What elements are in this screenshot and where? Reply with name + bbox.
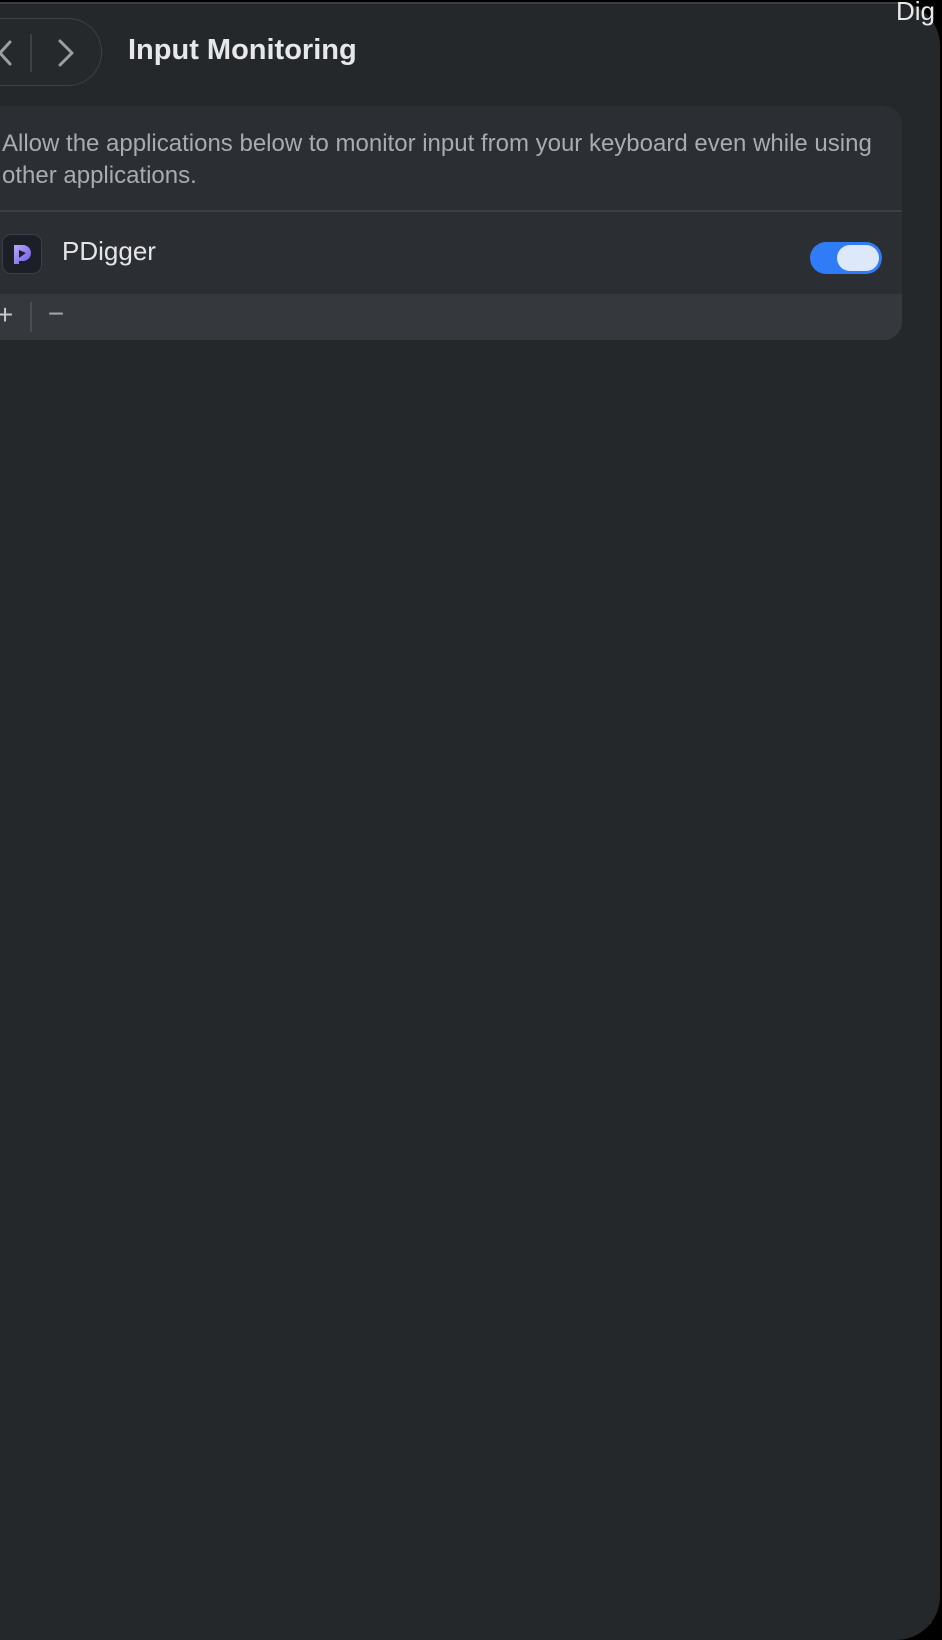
app-name: PDigger <box>62 236 156 266</box>
footer-separator <box>30 302 32 332</box>
navigation-divider <box>30 34 32 72</box>
chevron-left-icon[interactable] <box>0 36 20 70</box>
app-row: PDigger <box>0 212 902 292</box>
status-dot <box>930 1622 940 1627</box>
input-monitoring-panel: Allow the applications below to monitor … <box>0 106 902 340</box>
settings-window: Input Monitoring Allow the applications … <box>0 2 940 1640</box>
remove-app-button[interactable]: − <box>42 298 70 330</box>
window-top-edge <box>0 2 900 4</box>
chevron-right-icon[interactable] <box>50 36 80 70</box>
pdigger-app-icon <box>2 234 42 274</box>
add-app-button[interactable]: + <box>0 300 18 330</box>
background-window-title: Dig <box>896 0 936 26</box>
pdigger-toggle[interactable] <box>810 242 882 274</box>
page-title: Input Monitoring <box>128 34 357 66</box>
list-footer-bar: + − <box>0 294 902 340</box>
toggle-knob <box>837 245 879 271</box>
panel-description: Allow the applications below to monitor … <box>2 130 872 189</box>
